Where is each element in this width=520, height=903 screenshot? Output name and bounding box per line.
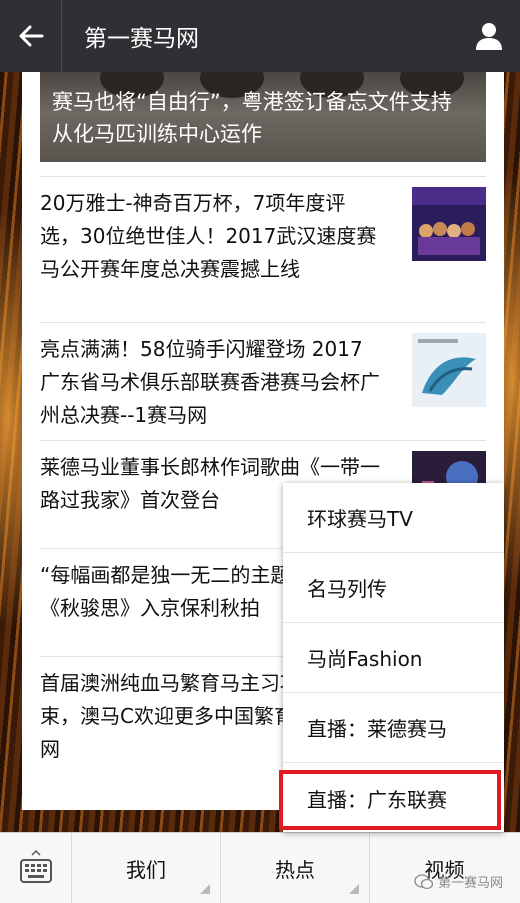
back-arrow-icon [19, 25, 43, 47]
watermark: 第一赛马网 [414, 872, 503, 891]
banner-caption: 赛马也将“自由行”，粤港签订备忘文件支持从化马匹训练中心运作 [52, 90, 452, 146]
keyboard-icon [19, 849, 52, 883]
top-bar: 第一赛马网 [0, 0, 520, 72]
article-thumbnail [412, 187, 486, 261]
bottom-menu-bar: 我们 热点 视频 [0, 832, 520, 903]
menu-button-hot[interactable]: 热点 [221, 833, 370, 903]
submenu-item-famous-horses[interactable]: 名马列传 [283, 553, 504, 623]
profile-button[interactable] [458, 0, 520, 72]
menu-button-label: 热点 [275, 858, 315, 882]
article-title: 20万雅士-神奇百万杯，7项年度评选，30位绝世佳人！2017武汉速度赛马公开赛… [40, 191, 377, 281]
article-item[interactable]: 亮点满满！58位骑手闪耀登场 2017广东省马术俱乐部联赛香港赛马会杯广州总决赛… [40, 322, 486, 440]
watermark-text: 第一赛马网 [438, 876, 504, 891]
menu-button-label: 我们 [126, 858, 166, 882]
submenu-item-tv[interactable]: 环球赛马TV [283, 483, 504, 553]
article-title: 亮点满满！58位骑手闪耀登场 2017广东省马术俱乐部联赛香港赛马会杯广州总决赛… [40, 337, 380, 427]
keyboard-toggle-button[interactable] [0, 833, 72, 903]
article-thumbnail [412, 333, 486, 407]
menu-button-video[interactable]: 视频 [370, 833, 519, 903]
banner-article[interactable]: 赛马也将“自由行”，粤港签订备忘文件支持从化马匹训练中心运作 [40, 72, 486, 162]
highlight-annotation-box [279, 770, 501, 830]
wechat-icon [414, 873, 434, 889]
article-item[interactable]: 20万雅士-神奇百万杯，7项年度评选，30位绝世佳人！2017武汉速度赛马公开赛… [40, 176, 486, 322]
page-title: 第一赛马网 [84, 26, 199, 52]
person-icon [476, 23, 502, 50]
submenu-item-fashion[interactable]: 马尚Fashion [283, 623, 504, 693]
submenu-item-live-laide[interactable]: 直播：莱德赛马 [283, 693, 504, 763]
menu-button-about-us[interactable]: 我们 [72, 833, 221, 903]
back-button[interactable] [0, 0, 62, 72]
submenu-indicator-icon [200, 884, 210, 894]
submenu-indicator-icon [349, 884, 359, 894]
